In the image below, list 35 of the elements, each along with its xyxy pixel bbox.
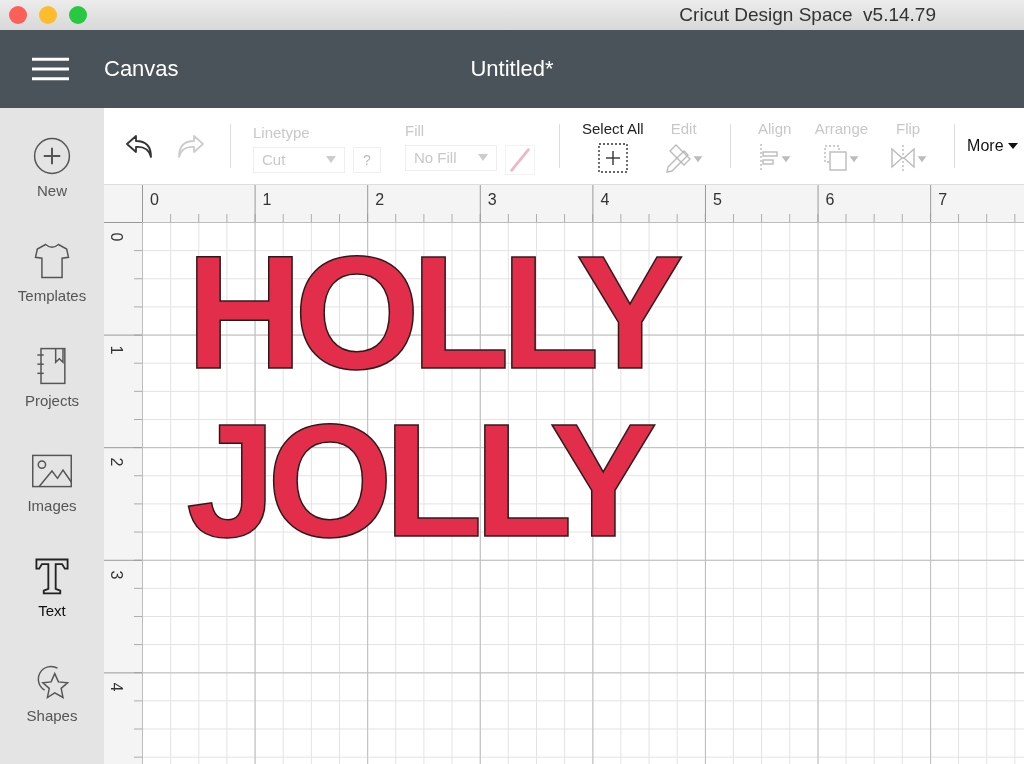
menu-icon[interactable]: [32, 57, 69, 81]
canvas-text[interactable]: JOLLY: [186, 399, 649, 561]
design-canvas[interactable]: HOLLY JOLLY: [142, 222, 1024, 764]
ruler-number: 3: [107, 570, 126, 580]
sidebar-item[interactable]: Text: [0, 554, 104, 659]
ruler-number: 4: [107, 682, 126, 692]
ruler-number: 7: [938, 191, 948, 209]
minimize-button[interactable]: [39, 6, 57, 24]
caret-icon: [1007, 143, 1018, 149]
ruler-number: 0: [107, 232, 126, 242]
window-title: Cricut Design Space v5.14.79: [679, 4, 936, 26]
ruler-number: 2: [107, 457, 126, 467]
ruler-number: 4: [600, 191, 610, 209]
ruler-number: 2: [375, 191, 385, 209]
sidebar-item[interactable]: Shapes: [0, 659, 104, 764]
ruler-number: 1: [107, 345, 126, 355]
canvas-text[interactable]: HOLLY: [186, 231, 676, 393]
sidebar-item[interactable]: Templates: [0, 239, 104, 344]
sidebar-item[interactable]: New: [0, 134, 104, 239]
sidebar-item[interactable]: Projects: [0, 344, 104, 449]
document-title: Untitled*: [470, 56, 554, 82]
zoom-button[interactable]: [69, 6, 87, 24]
close-button[interactable]: [9, 6, 27, 24]
more-button[interactable]: More: [967, 137, 1018, 155]
ruler-number: 6: [825, 191, 835, 209]
section-title: Canvas: [104, 56, 179, 82]
sidebar-item[interactable]: Images: [0, 449, 104, 554]
ruler-number: 0: [150, 191, 159, 209]
ruler-number: 3: [487, 191, 497, 209]
ruler-number: 5: [713, 191, 722, 209]
select-all-button[interactable]: Select All: [582, 119, 644, 173]
caret-icon: [326, 156, 336, 163]
caret-icon: [478, 154, 488, 161]
no-fill-swatch-icon[interactable]: [505, 144, 535, 175]
ruler-number: 1: [262, 191, 272, 209]
